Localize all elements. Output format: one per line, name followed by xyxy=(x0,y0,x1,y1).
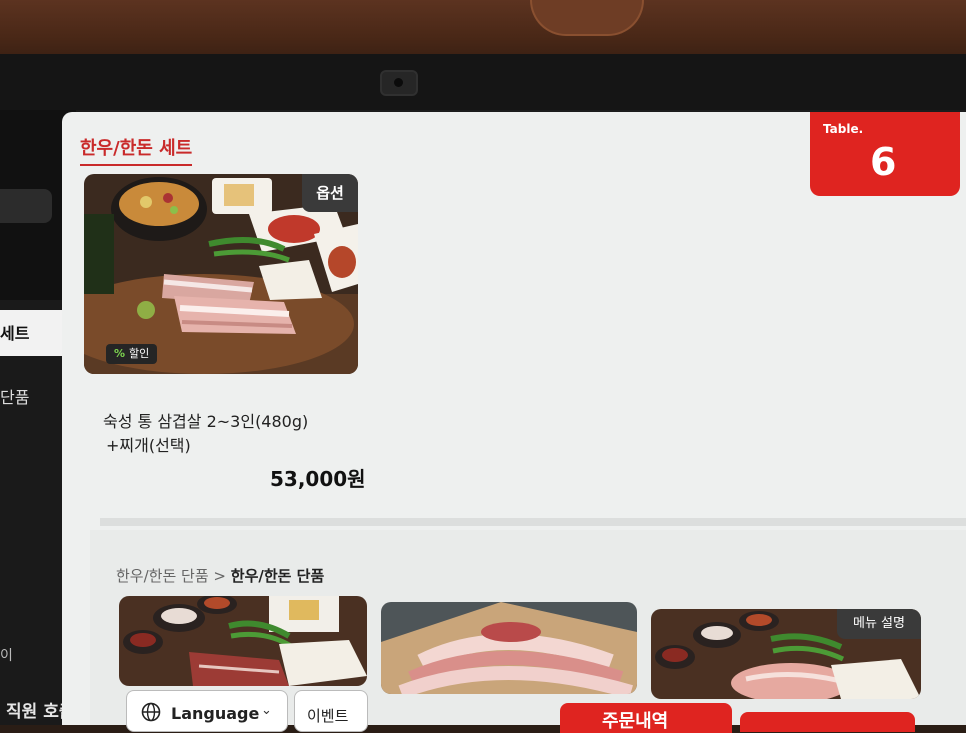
menu-description-button[interactable]: 메뉴 설명 xyxy=(837,609,921,639)
breadcrumb-parent[interactable]: 한우/한돈 단품 xyxy=(116,567,209,585)
sidebar-item-single[interactable]: 단품 xyxy=(0,384,29,408)
sidebar-search-pill[interactable] xyxy=(0,189,52,223)
order-history-button[interactable]: 주문내역 xyxy=(560,703,732,733)
globe-icon xyxy=(141,702,161,722)
event-label: 이벤트 xyxy=(307,707,349,725)
camera-icon xyxy=(380,70,418,96)
section-title-underline xyxy=(80,164,192,166)
checkout-button[interactable] xyxy=(740,712,915,732)
sidebar-fragment: 이 xyxy=(0,648,13,664)
breadcrumb-current: 한우/한돈 단품 xyxy=(230,567,325,585)
table-number: 6 xyxy=(870,140,897,184)
product-name-suffix: +찌개(선택) xyxy=(106,436,191,455)
section-divider xyxy=(100,518,966,526)
stand-knob xyxy=(530,0,644,36)
option-badge: 옵션 xyxy=(302,174,358,212)
sidebar-item-label: 세트 xyxy=(0,324,30,343)
section-title: 한우/한돈 세트 xyxy=(80,138,193,159)
event-button[interactable]: 이벤트 xyxy=(294,690,368,732)
discount-badge: % 할인 xyxy=(106,344,158,364)
language-button[interactable]: Language ⌄ xyxy=(126,690,288,732)
table-label: Table. xyxy=(823,122,864,136)
product-name[interactable]: 숙성 통 삼겹살 2~3인(480g) xyxy=(103,408,308,432)
breadcrumb-separator: > xyxy=(213,567,226,585)
breadcrumb: 한우/한돈 단품 > 한우/한돈 단품 xyxy=(116,565,324,586)
wooden-table-edge xyxy=(0,0,966,60)
menu-item-thumbnail[interactable]: 메뉴 설명 xyxy=(651,609,921,699)
chevron-down-icon: ⌄ xyxy=(261,703,272,718)
menu-item-thumbnail[interactable] xyxy=(381,602,637,694)
food-photo xyxy=(119,596,367,686)
order-history-label: 주문내역 xyxy=(602,711,669,732)
discount-label: 할인 xyxy=(129,347,150,360)
table-number-badge: Table. 6 xyxy=(810,112,960,196)
discount-icon: % xyxy=(114,347,126,360)
product-image[interactable]: 옵션 % 할인 xyxy=(84,174,358,374)
language-label: Language xyxy=(171,704,260,723)
menu-item-thumbnail[interactable] xyxy=(119,596,367,686)
product-price: 53,000원 xyxy=(270,467,366,491)
food-photo xyxy=(381,602,637,694)
